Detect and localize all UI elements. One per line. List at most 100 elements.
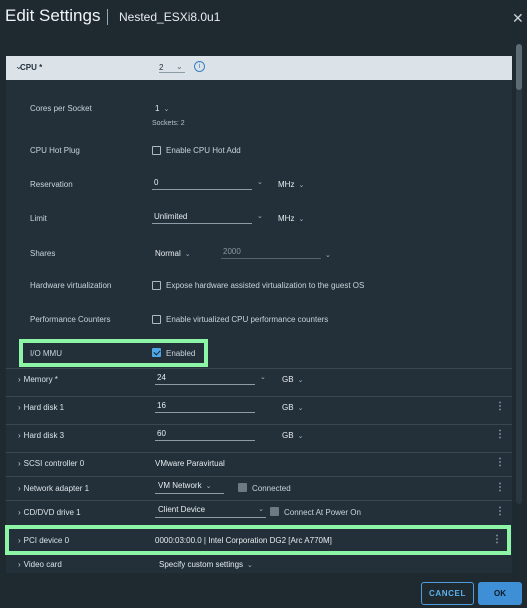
chevron-right-icon[interactable]: › bbox=[18, 508, 21, 517]
close-icon[interactable]: ✕ bbox=[512, 10, 524, 27]
shares-number-input[interactable]: 2000 bbox=[221, 247, 321, 259]
cd-dvd-value: Client Device bbox=[158, 505, 206, 514]
chevron-down-icon[interactable]: ⌄ bbox=[176, 62, 183, 71]
chevron-down-icon: ⌄ bbox=[298, 182, 305, 189]
hardware-virtualization-checkbox[interactable] bbox=[152, 281, 161, 290]
chevron-right-icon[interactable]: › bbox=[18, 536, 21, 545]
chevron-down-icon: ⌄ bbox=[247, 562, 253, 569]
hard-disk-3-label: Hard disk 3 bbox=[23, 431, 65, 440]
limit-unit-select[interactable]: MHz ⌄ bbox=[278, 214, 304, 223]
video-card-label: Video card bbox=[23, 560, 62, 569]
more-vertical-icon[interactable]: ⋮ bbox=[495, 457, 505, 468]
more-vertical-icon[interactable]: ⋮ bbox=[495, 506, 505, 517]
title-divider bbox=[107, 9, 108, 25]
limit-input[interactable]: Unlimited bbox=[152, 212, 252, 224]
divider bbox=[6, 368, 512, 369]
hard-disk-1-label: Hard disk 1 bbox=[23, 403, 65, 412]
scrollbar-track[interactable] bbox=[516, 44, 522, 504]
more-vertical-icon[interactable]: ⋮ bbox=[495, 482, 505, 493]
iommu-checkbox[interactable] bbox=[152, 348, 161, 357]
chevron-down-icon[interactable]: ⌄ bbox=[257, 211, 263, 220]
hardware-virtualization-text: Expose hardware assisted virtualization … bbox=[166, 281, 365, 290]
divider bbox=[6, 500, 512, 501]
pci-device-label: PCI device 0 bbox=[23, 536, 70, 545]
more-vertical-icon[interactable]: ⋮ bbox=[492, 534, 502, 545]
limit-unit: MHz bbox=[278, 214, 295, 223]
cancel-button[interactable]: CANCEL bbox=[421, 582, 474, 605]
more-vertical-icon[interactable]: ⋮ bbox=[495, 401, 505, 412]
chevron-right-icon[interactable]: › bbox=[18, 459, 21, 468]
cpu-section-header[interactable]: ⌄ CPU * 2 ⌄ i bbox=[6, 56, 512, 80]
chevron-down-icon[interactable]: ⌄ bbox=[257, 177, 263, 186]
chevron-down-icon: ⌄ bbox=[258, 506, 264, 513]
hard-disk-3-unit-select[interactable]: GB ⌄ bbox=[282, 431, 303, 440]
hard-disk-3-row[interactable]: › Hard disk 3 bbox=[18, 431, 64, 440]
performance-counters-checkbox[interactable] bbox=[152, 315, 161, 324]
chevron-right-icon[interactable]: › bbox=[18, 375, 21, 384]
cd-dvd-select[interactable]: Client Device ⌄ bbox=[155, 505, 266, 518]
chevron-down-icon[interactable]: ⌄ bbox=[325, 250, 331, 259]
video-card-value: Specify custom settings bbox=[159, 560, 244, 569]
hard-disk-3-input[interactable]: 60 bbox=[155, 429, 255, 441]
chevron-down-icon: ⌄ bbox=[184, 251, 191, 258]
memory-label: Memory * bbox=[23, 375, 58, 384]
hard-disk-1-unit: GB bbox=[282, 403, 294, 412]
scsi-controller-row[interactable]: › SCSI controller 0 bbox=[18, 459, 84, 468]
shares-value: Normal bbox=[155, 249, 181, 258]
divider bbox=[6, 452, 512, 453]
chevron-down-icon[interactable]: ⌄ bbox=[260, 372, 266, 381]
cores-per-socket-value: 1 bbox=[155, 104, 160, 113]
divider bbox=[6, 424, 512, 425]
reservation-unit-select[interactable]: MHz ⌄ bbox=[278, 180, 304, 189]
cd-dvd-row[interactable]: › CD/DVD drive 1 bbox=[18, 508, 81, 517]
dialog-title: Edit Settings bbox=[5, 6, 101, 25]
video-card-select[interactable]: Specify custom settings ⌄ bbox=[159, 560, 253, 569]
ok-button[interactable]: OK bbox=[478, 582, 522, 605]
network-adapter-row[interactable]: › Network adapter 1 bbox=[18, 484, 89, 493]
chevron-down-icon: ⌄ bbox=[298, 216, 305, 223]
hard-disk-3-unit: GB bbox=[282, 431, 294, 440]
dialog-header: Edit Settings Nested_ESXi8.0u1 ✕ bbox=[0, 0, 527, 36]
cd-dvd-label: CD/DVD drive 1 bbox=[23, 508, 81, 517]
memory-row[interactable]: › Memory * bbox=[18, 375, 58, 384]
performance-counters-text: Enable virtualized CPU performance count… bbox=[166, 315, 329, 324]
chevron-down-icon: ⌄ bbox=[297, 433, 304, 440]
cpu-hot-add-checkbox[interactable] bbox=[152, 146, 161, 155]
shares-select[interactable]: Normal ⌄ bbox=[155, 249, 191, 258]
reservation-input[interactable]: 0 bbox=[152, 178, 252, 190]
chevron-right-icon[interactable]: › bbox=[18, 403, 21, 412]
reservation-unit: MHz bbox=[278, 180, 295, 189]
divider bbox=[6, 476, 512, 477]
hardware-virtualization-label: Hardware virtualization bbox=[30, 281, 112, 290]
limit-label: Limit bbox=[30, 214, 47, 223]
hard-disk-1-input[interactable]: 16 bbox=[155, 401, 255, 413]
sockets-text: Sockets: 2 bbox=[152, 120, 185, 127]
cpu-hot-add-text: Enable CPU Hot Add bbox=[166, 146, 241, 155]
memory-unit-select[interactable]: GB ⌄ bbox=[282, 375, 303, 384]
info-icon[interactable]: i bbox=[194, 61, 205, 72]
iommu-enabled-text: Enabled bbox=[166, 349, 196, 358]
chevron-down-icon: ⌄ bbox=[297, 405, 304, 412]
chevron-right-icon[interactable]: › bbox=[18, 431, 21, 440]
pci-device-row[interactable]: › PCI device 0 bbox=[18, 536, 69, 545]
shares-label: Shares bbox=[30, 249, 56, 258]
connected-text: Connected bbox=[252, 484, 291, 493]
cores-per-socket-label: Cores per Socket bbox=[30, 104, 92, 113]
connect-at-power-on-text: Connect At Power On bbox=[284, 508, 361, 517]
cores-per-socket-select[interactable]: 1 ⌄ bbox=[155, 104, 169, 113]
connect-at-power-on-checkbox[interactable] bbox=[270, 507, 279, 516]
chevron-right-icon[interactable]: › bbox=[18, 484, 21, 493]
connected-checkbox[interactable] bbox=[238, 483, 247, 492]
scrollbar-thumb[interactable] bbox=[516, 44, 522, 90]
cpu-hot-plug-label: CPU Hot Plug bbox=[30, 146, 80, 155]
network-value: VM Network bbox=[158, 481, 202, 490]
memory-unit: GB bbox=[282, 375, 294, 384]
chevron-right-icon[interactable]: › bbox=[18, 560, 21, 569]
reservation-label: Reservation bbox=[30, 180, 73, 189]
network-select[interactable]: VM Network ⌄ bbox=[155, 481, 224, 494]
more-vertical-icon[interactable]: ⋮ bbox=[495, 429, 505, 440]
hard-disk-1-row[interactable]: › Hard disk 1 bbox=[18, 403, 64, 412]
hard-disk-1-unit-select[interactable]: GB ⌄ bbox=[282, 403, 303, 412]
video-card-row[interactable]: › Video card bbox=[18, 560, 62, 569]
memory-input[interactable]: 24 bbox=[155, 373, 255, 385]
